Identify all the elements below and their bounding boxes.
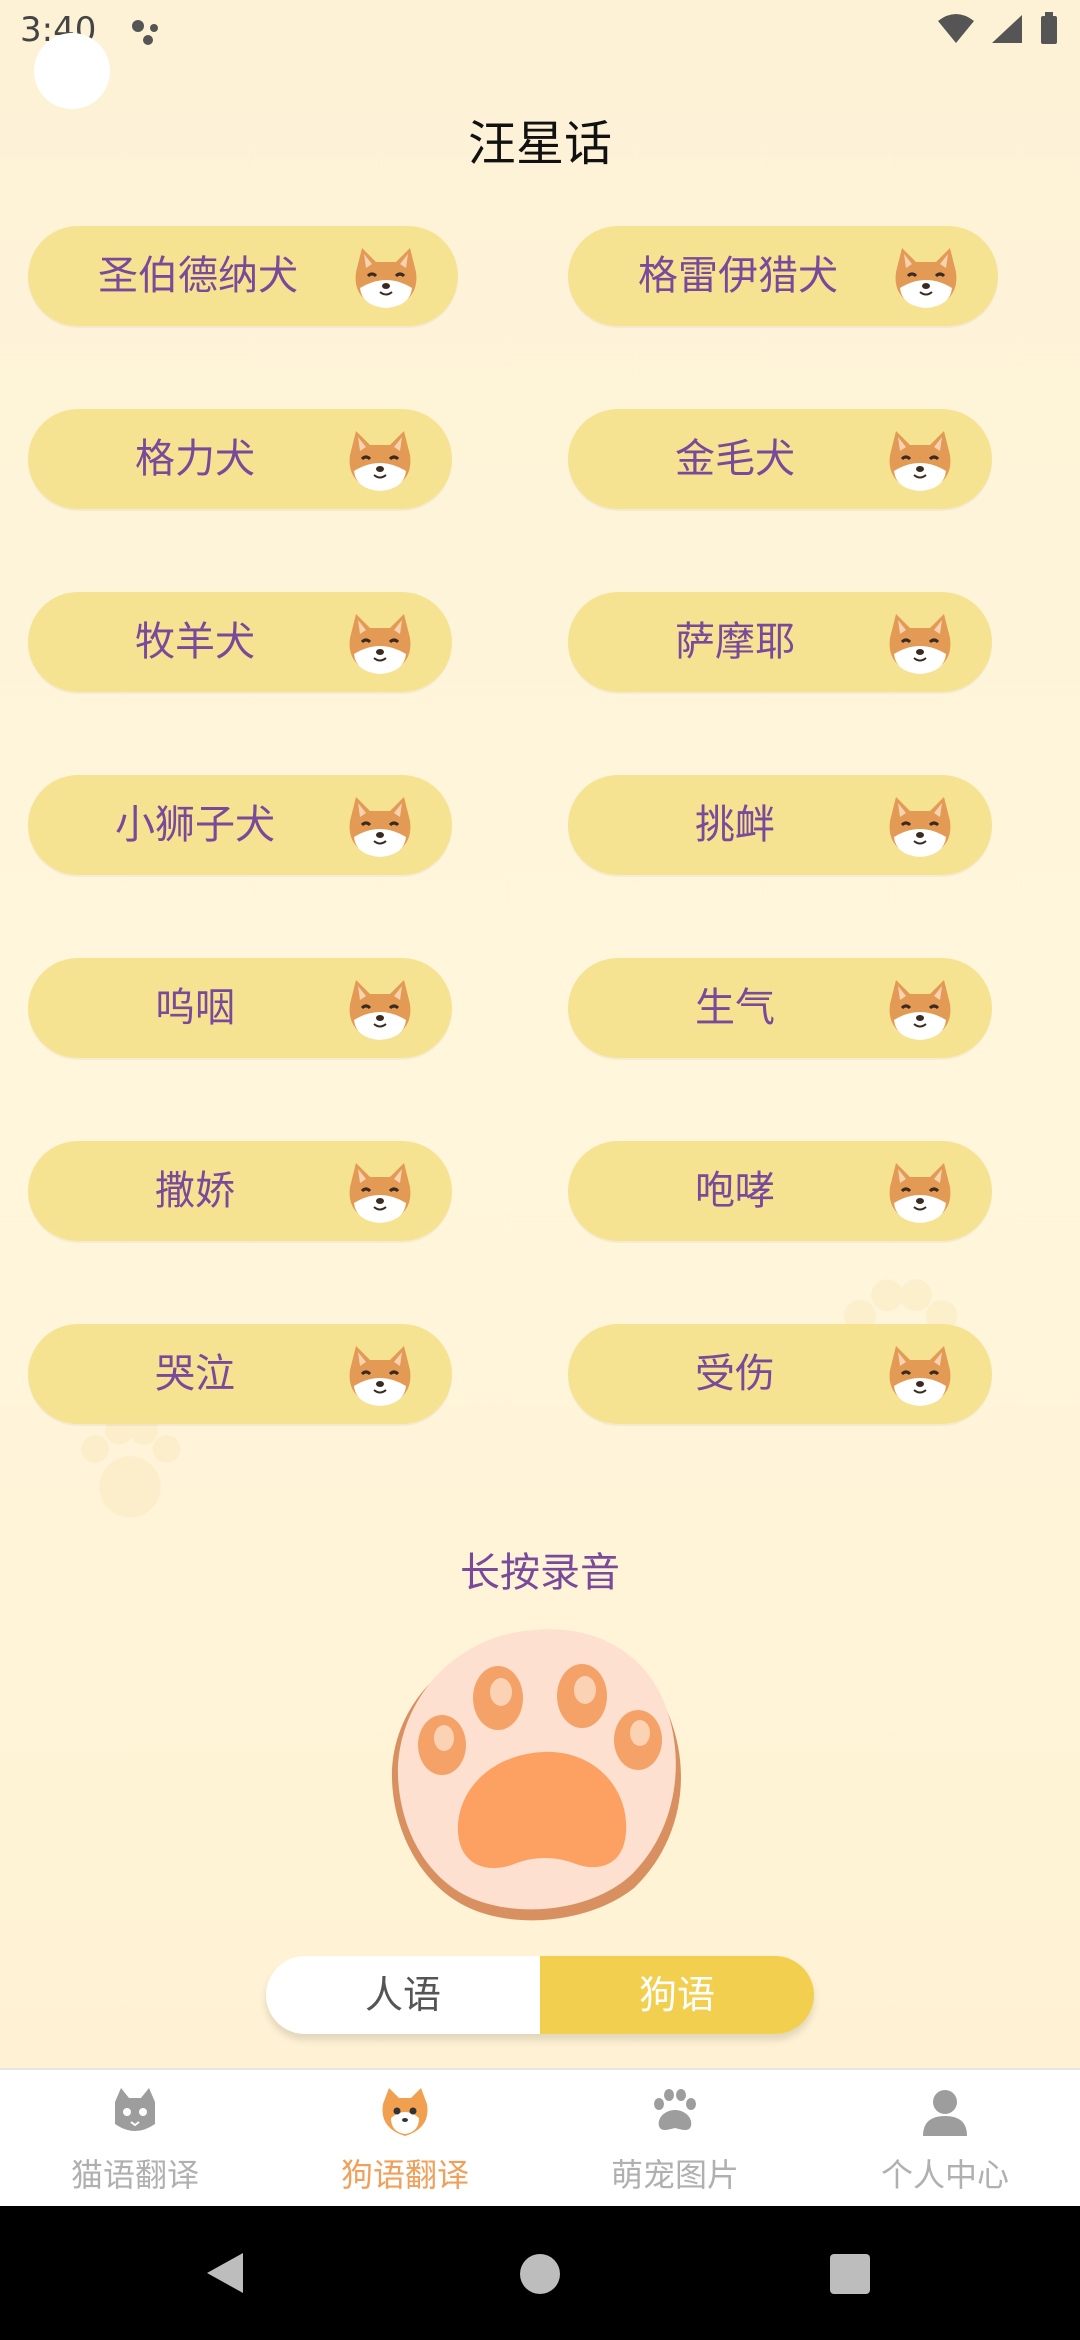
record-label: 长按录音 [460,1550,620,1596]
sound-button[interactable]: 呜咽 [28,958,452,1058]
tab-dog-translate[interactable]: 狗语翻译 [270,2070,540,2208]
shiba-dog-icon [895,248,957,308]
sound-button-label: 哭泣 [155,1351,235,1397]
sound-button-label: 萨摩耶 [675,619,795,665]
shiba-dog-icon [889,980,951,1040]
shiba-dog-icon [889,797,951,857]
sound-button[interactable]: 撒娇 [28,1141,452,1241]
tab-pet-pictures[interactable]: 萌宠图片 [540,2070,810,2208]
home-icon[interactable] [520,2254,560,2294]
record-paw-button[interactable] [384,1620,696,1932]
wifi-icon [938,14,974,43]
sound-button[interactable]: 生气 [568,958,992,1058]
shiba-dog-icon [349,614,411,674]
shiba-dog-icon [349,1346,411,1406]
sound-button[interactable]: 圣伯德纳犬 [28,226,458,326]
recents-icon[interactable] [830,2254,870,2294]
signal-icon [992,15,1022,43]
battery-icon [1041,12,1057,44]
assistant-dots-icon [132,20,158,45]
sound-button[interactable]: 挑衅 [568,775,992,875]
shiba-dog-icon [889,431,951,491]
tab-label: 个人中心 [880,2156,1009,2194]
sound-button-label: 挑衅 [695,802,775,848]
toggle-dog-language[interactable]: 狗语 [540,1956,814,2034]
tab-label: 萌宠图片 [610,2156,739,2194]
sound-button-label: 小狮子犬 [115,802,275,848]
sound-button-label: 撒娇 [155,1168,235,1214]
sound-button[interactable]: 格力犬 [28,409,452,509]
bottom-tab-bar: 猫语翻译 狗语翻译 萌宠图片 个人中心 [0,2068,1080,2208]
shiba-dog-icon [349,1163,411,1223]
shiba-dog-icon [349,797,411,857]
sound-button[interactable]: 牧羊犬 [28,592,452,692]
paw-icon [654,2089,696,2130]
person-icon [923,2090,967,2136]
shiba-dog-icon [349,431,411,491]
tab-label: 猫语翻译 [70,2156,199,2194]
status-icons [936,12,1060,46]
status-bar: 3:40 [0,0,1080,70]
cat-icon [115,2088,155,2131]
shiba-dog-icon [889,1346,951,1406]
sound-button[interactable]: 受伤 [568,1324,992,1424]
sound-button-label: 金毛犬 [675,436,795,482]
sound-button-label: 牧羊犬 [135,619,255,665]
shiba-dog-icon [355,248,417,308]
tab-profile[interactable]: 个人中心 [810,2070,1080,2208]
language-toggle: 人语 狗语 [266,1956,814,2034]
toggle-human-language[interactable]: 人语 [266,1956,540,2034]
sound-button[interactable]: 小狮子犬 [28,775,452,875]
sound-button-label: 格力犬 [135,436,255,482]
shiba-dog-icon [889,614,951,674]
sound-button-label: 呜咽 [155,985,235,1031]
tab-label: 狗语翻译 [340,2156,469,2194]
camera-cutout [34,33,110,109]
sound-button[interactable]: 格雷伊猎犬 [568,226,998,326]
tab-cat-translate[interactable]: 猫语翻译 [0,2070,270,2208]
sound-button-label: 咆哮 [695,1168,775,1214]
sound-button-label: 受伤 [695,1351,775,1397]
sound-button[interactable]: 哭泣 [28,1324,452,1424]
back-icon[interactable] [205,2251,245,2295]
shiba-dog-icon [349,980,411,1040]
sound-button[interactable]: 金毛犬 [568,409,992,509]
sound-button-label: 圣伯德纳犬 [98,253,298,299]
sound-button[interactable]: 咆哮 [568,1141,992,1241]
shiba-dog-icon [889,1163,951,1223]
sound-button[interactable]: 萨摩耶 [568,592,992,692]
page-title: 汪星话 [467,116,612,172]
dog-icon [382,2088,428,2136]
sound-button-label: 生气 [695,985,775,1031]
sound-button-label: 格雷伊猎犬 [638,253,838,299]
system-navigation-bar [0,2206,1080,2340]
